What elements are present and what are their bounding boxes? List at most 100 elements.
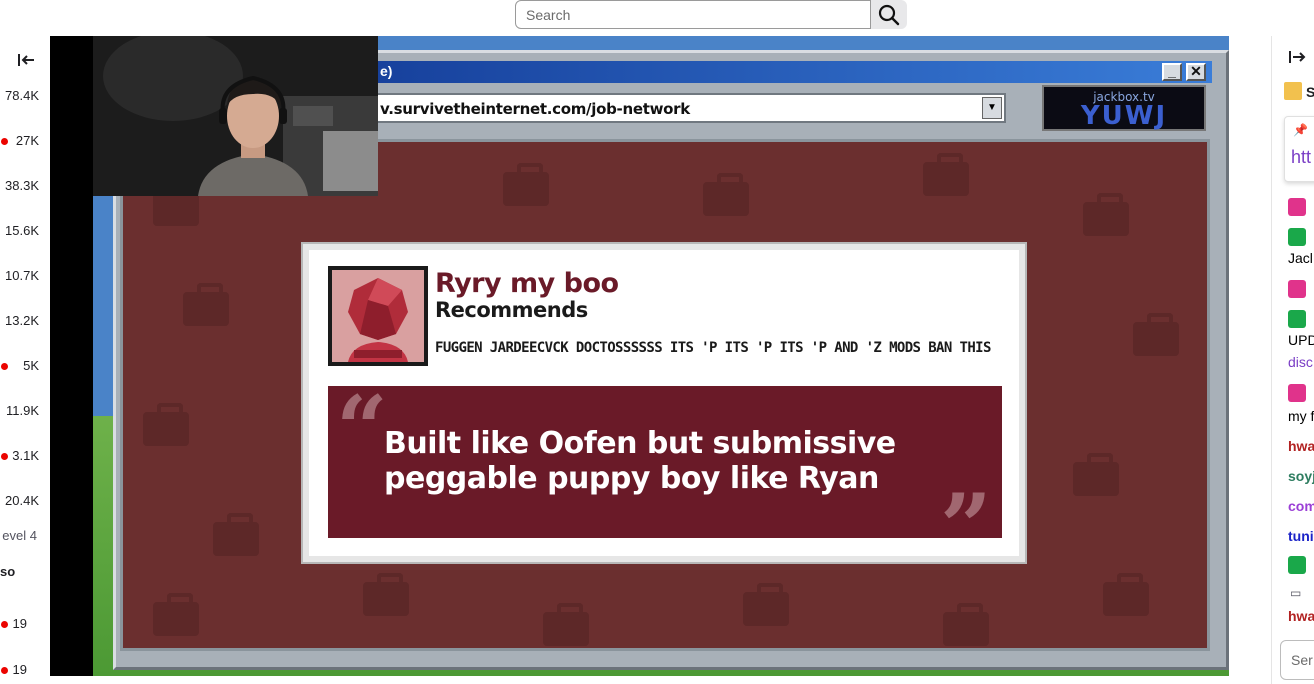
viewer-count: 13.2K [5, 313, 39, 328]
briefcase-icon [1083, 193, 1129, 236]
pinned-message[interactable]: 📌 htt [1284, 116, 1314, 182]
chat-message: Jacl [1288, 250, 1313, 266]
followed-channels-sidebar: 78.4K 27K 38.3K 15.6K 10.7K 13.2K 5K 11.… [0, 36, 50, 684]
sidebar-channel[interactable]: evel 4 [0, 526, 50, 546]
live-dot-icon [1, 363, 8, 370]
recommender-name: Ryry my boo [435, 268, 619, 299]
live-dot-icon [1, 138, 8, 145]
expand-chat-button[interactable] [1288, 48, 1308, 71]
briefcase-icon [1133, 313, 1179, 356]
briefcase-icon [923, 153, 969, 196]
top-nav-bar [0, 0, 1314, 36]
chat-username[interactable]: hwa [1288, 438, 1314, 454]
sidebar-channel[interactable]: 15.6K [0, 221, 50, 241]
search-button[interactable] [871, 0, 907, 29]
viewer-count: 20.4K [5, 493, 39, 508]
sidebar-channel[interactable]: 19 [0, 660, 50, 680]
viewer-count: 38.3K [5, 178, 39, 193]
address-url: v.survivetheinternet.com/job-network [380, 100, 690, 118]
viewer-count: 19 [12, 662, 27, 677]
viewer-count: 78.4K [5, 88, 39, 103]
open-quote-icon: “ [336, 376, 388, 482]
briefcase-icon [743, 583, 789, 626]
briefcase-icon [153, 593, 199, 636]
window-title: e) [380, 63, 393, 79]
sub-badge-icon [1288, 384, 1306, 402]
video-player[interactable]: e) _ ✕ v.survivetheinternet.com/job-netw… [50, 36, 1229, 676]
sub-badge-icon [1288, 198, 1306, 216]
chat-username[interactable]: soyj [1288, 468, 1314, 484]
sidebar-channel[interactable]: 20.4K [0, 491, 50, 511]
chat-input[interactable] [1280, 640, 1314, 680]
sidebar-channel[interactable]: 78.4K [0, 86, 50, 106]
sidebar-channel[interactable]: 27K [0, 131, 50, 151]
search-icon [878, 4, 900, 25]
room-code: YUWJ [1080, 101, 1168, 131]
search-input[interactable] [515, 0, 871, 29]
briefcase-icon [503, 163, 549, 206]
job-network-page: Ryry my boo Recommends FUGGEN JARDEECVCK… [120, 139, 1210, 651]
job-title: FUGGEN JARDEECVCK DOCTOSSSSSS ITS 'P ITS… [435, 340, 991, 356]
sidebar-channel[interactable]: 11.9K [0, 401, 50, 421]
channel-level-label: evel 4 [2, 528, 37, 543]
chat-username[interactable]: tuni [1288, 528, 1314, 544]
chat-username[interactable]: com [1288, 498, 1314, 514]
briefcase-icon [703, 173, 749, 216]
live-dot-icon [1, 621, 8, 628]
chat-message: my f [1288, 408, 1314, 424]
sidebar-channel[interactable]: 13.2K [0, 311, 50, 331]
quote-line: peggable puppy boy like Ryan [384, 461, 879, 496]
sidebar-channel[interactable]: 5K [0, 356, 50, 376]
streamer-webcam-image [93, 36, 378, 196]
sidebar-channel[interactable]: 38.3K [0, 176, 50, 196]
viewer-count: 15.6K [5, 223, 39, 238]
collapse-sidebar-button[interactable] [14, 50, 38, 70]
sidebar-channel[interactable]: 19 [0, 614, 50, 634]
briefcase-icon [1073, 453, 1119, 496]
briefcase-icon [143, 403, 189, 446]
recommends-label: Recommends [435, 298, 588, 322]
sidebar-channel[interactable]: 3.1K [0, 446, 50, 466]
dropdown-arrow-icon: ▼ [982, 97, 1002, 119]
sidebar-channel[interactable]: 10.7K [0, 266, 50, 286]
viewer-count: 10.7K [5, 268, 39, 283]
viewer-count: 5K [23, 358, 39, 373]
viewer-count: 3.1K [12, 448, 39, 463]
viewer-count: 19 [12, 616, 27, 631]
chat-header: S [1306, 84, 1314, 100]
sub-badge-icon [1288, 280, 1306, 298]
briefcase-icon [153, 183, 199, 226]
search-bar [515, 0, 907, 29]
chat-link[interactable]: disc [1288, 354, 1313, 370]
sidebar-channel[interactable]: so [0, 562, 50, 582]
recommendation-card: Ryry my boo Recommends FUGGEN JARDEECVCK… [303, 244, 1025, 572]
briefcase-icon [183, 283, 229, 326]
briefcase-icon [1103, 573, 1149, 616]
mod-badge-icon [1288, 228, 1306, 246]
live-dot-icon [1, 667, 8, 674]
expand-right-icon [1289, 51, 1306, 63]
quote-text: Built like Oofen but submissive peggable… [384, 426, 984, 496]
quote-box: “ ” Built like Oofen but submissive pegg… [328, 376, 1002, 572]
room-code-box: jackbox.tv YUWJ [1042, 85, 1206, 131]
webcam-overlay [93, 36, 378, 196]
briefcase-icon [213, 513, 259, 556]
close-icon: ✕ [1186, 63, 1206, 81]
mod-badge-icon [1288, 310, 1306, 328]
chat-username[interactable]: hwa [1288, 608, 1314, 624]
viewer-count: 27K [15, 133, 39, 148]
gift-icon [1284, 82, 1302, 100]
briefcase-icon [363, 573, 409, 616]
avatar [328, 266, 428, 366]
player-avatar-icon [332, 270, 424, 362]
pin-icon: 📌 [1293, 123, 1308, 137]
viewer-count: 11.9K [5, 403, 39, 418]
mod-badge-icon [1288, 556, 1306, 574]
pinned-link[interactable]: htt [1291, 147, 1311, 168]
chat-message: UPD [1288, 332, 1314, 348]
chat-panel: S 📌 htt Jacl UPD disc my f hwa soyj com … [1271, 36, 1314, 684]
minimize-button: _ [1162, 63, 1182, 81]
quote-line: Built like Oofen but submissive [384, 426, 896, 461]
reply-icon: ▭ [1290, 586, 1302, 600]
briefcase-icon [943, 603, 989, 646]
